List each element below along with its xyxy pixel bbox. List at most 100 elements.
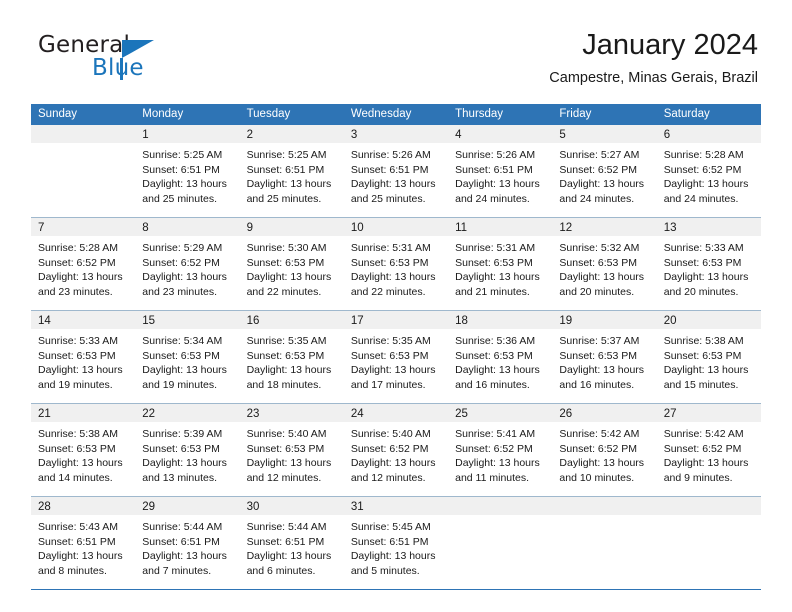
day-sun-info: Sunrise: 5:42 AM Sunset: 6:52 PM Daylight:… [657,422,761,485]
calendar-day-cell[interactable]: 7 Sunrise: 5:28 AM Sunset: 6:52 PM Daylight… [31,218,136,310]
calendar-day-cell[interactable]: 2 Sunrise: 5:25 AM Sunset: 6:51 PM Daylight… [239,125,344,217]
daylight-duration-line2: and 17 minutes. [350,378,426,391]
sunrise-time: Sunrise: 5:36 AM [455,335,536,347]
day-number-band: 26 [552,404,657,422]
calendar-day-cell[interactable]: 28 Sunrise: 5:43 AM Sunset: 6:51 PM Dayligh… [31,497,136,589]
daylight-duration-line1: Daylight: 13 hours [350,550,436,563]
daylight-duration-line2: and 16 minutes. [455,378,530,391]
calendar-day-cell[interactable]: 25 Sunrise: 5:41 AM Sunset: 6:52 PM Dayligh… [448,404,553,496]
calendar-week-row: 1 Sunrise: 5:25 AM Sunset: 6:51 PM Daylight… [31,125,761,218]
day-sun-info: Sunrise: 5:36 AM Sunset: 6:53 PM Daylight:… [448,329,552,392]
sunrise-time: Sunrise: 5:37 AM [559,335,640,347]
day-sun-info: Sunrise: 5:42 AM Sunset: 6:52 PM Daylight:… [552,422,656,485]
daylight-duration-line1: Daylight: 13 hours [142,364,227,377]
calendar-day-cell[interactable]: 20 Sunrise: 5:38 AM Sunset: 6:53 PM Dayligh… [656,311,761,403]
sunrise-time: Sunrise: 5:33 AM [663,242,744,254]
day-number-band: 28 [31,497,136,515]
weekday-header-sunday: Sunday [38,108,78,120]
calendar-day-cell[interactable]: 26 Sunrise: 5:42 AM Sunset: 6:52 PM Dayligh… [552,404,657,496]
day-number-band: 2 [239,125,344,143]
calendar-day-cell[interactable]: 24 Sunrise: 5:40 AM Sunset: 6:52 PM Dayligh… [343,404,449,496]
calendar-day-cell[interactable]: 29 Sunrise: 5:44 AM Sunset: 6:51 PM Dayligh… [135,497,240,589]
sunset-time: Sunset: 6:52 PM [663,163,742,176]
daylight-duration-line1: Daylight: 13 hours [455,364,540,377]
daylight-duration-line1: Daylight: 13 hours [142,457,227,470]
daylight-duration-line2: and 24 minutes. [559,192,635,205]
calendar-day-cell-empty [448,497,553,589]
sunset-time: Sunset: 6:52 PM [142,256,220,269]
daylight-duration-line2: and 25 minutes. [246,192,322,205]
calendar-day-cell[interactable]: 31 Sunrise: 5:45 AM Sunset: 6:51 PM Dayligh… [343,497,449,589]
daylight-duration-line2: and 22 minutes. [246,285,322,298]
calendar-day-cell[interactable]: 8 Sunrise: 5:29 AM Sunset: 6:52 PM Daylight… [135,218,240,310]
calendar-day-cell[interactable]: 6 Sunrise: 5:28 AM Sunset: 6:52 PM Daylight… [656,125,761,217]
day-number: 13 [663,222,677,234]
sunrise-time: Sunrise: 5:44 AM [142,521,223,533]
sunrise-time: Sunrise: 5:28 AM [38,242,118,254]
sunset-time: Sunset: 6:51 PM [142,163,220,176]
calendar-day-cell[interactable]: 18 Sunrise: 5:36 AM Sunset: 6:53 PM Dayligh… [448,311,553,403]
day-number-band: 30 [239,497,344,515]
sunset-time: Sunset: 6:51 PM [246,535,325,548]
daylight-duration-line1: Daylight: 13 hours [246,457,332,470]
day-number: 27 [663,408,677,420]
day-number: 16 [246,315,260,327]
calendar-day-cell[interactable]: 9 Sunrise: 5:30 AM Sunset: 6:53 PM Daylight… [239,218,344,310]
sunrise-time: Sunrise: 5:45 AM [350,521,431,533]
sunrise-time: Sunrise: 5:35 AM [246,335,327,347]
calendar-day-cell[interactable]: 3 Sunrise: 5:26 AM Sunset: 6:51 PM Daylight… [343,125,449,217]
day-number: 28 [38,501,51,513]
daylight-duration-line2: and 10 minutes. [559,471,635,484]
general-blue-logo[interactable]: General Blue [34,32,214,86]
day-sun-info: Sunrise: 5:33 AM Sunset: 6:53 PM Daylight:… [657,236,761,299]
daylight-duration-line2: and 23 minutes. [142,285,217,298]
daylight-duration-line1: Daylight: 13 hours [246,271,332,284]
sunset-time: Sunset: 6:51 PM [350,535,429,548]
calendar-day-cell[interactable]: 5 Sunrise: 5:27 AM Sunset: 6:52 PM Daylight… [552,125,657,217]
calendar-day-cell[interactable]: 22 Sunrise: 5:39 AM Sunset: 6:53 PM Dayligh… [135,404,240,496]
sunrise-time: Sunrise: 5:40 AM [350,428,431,440]
sunrise-time: Sunrise: 5:33 AM [38,335,118,347]
daylight-duration-line1: Daylight: 13 hours [38,457,123,470]
daylight-duration-line2: and 22 minutes. [350,285,426,298]
calendar-day-cell[interactable]: 23 Sunrise: 5:40 AM Sunset: 6:53 PM Dayligh… [239,404,344,496]
calendar-day-cell[interactable]: 30 Sunrise: 5:44 AM Sunset: 6:51 PM Dayligh… [239,497,344,589]
calendar-day-cell[interactable]: 4 Sunrise: 5:26 AM Sunset: 6:51 PM Daylight… [448,125,553,217]
daylight-duration-line1: Daylight: 13 hours [142,178,227,191]
calendar-day-cell[interactable]: 16 Sunrise: 5:35 AM Sunset: 6:53 PM Dayligh… [239,311,344,403]
sunrise-time: Sunrise: 5:25 AM [142,149,223,161]
calendar-day-cell[interactable]: 13 Sunrise: 5:33 AM Sunset: 6:53 PM Dayligh… [656,218,761,310]
day-sun-info: Sunrise: 5:40 AM Sunset: 6:53 PM Daylight:… [240,422,344,485]
calendar-day-cell[interactable]: 12 Sunrise: 5:32 AM Sunset: 6:53 PM Dayligh… [552,218,657,310]
weekday-header-saturday: Saturday [663,108,710,120]
daylight-duration-line1: Daylight: 13 hours [246,178,332,191]
sunrise-time: Sunrise: 5:32 AM [559,242,640,254]
sunrise-time: Sunrise: 5:25 AM [246,149,327,161]
daylight-duration-line2: and 25 minutes. [142,192,217,205]
daylight-duration-line2: and 11 minutes. [455,471,530,484]
calendar-day-cell[interactable]: 10 Sunrise: 5:31 AM Sunset: 6:53 PM Dayligh… [343,218,449,310]
calendar-day-cell[interactable]: 1 Sunrise: 5:25 AM Sunset: 6:51 PM Daylight… [135,125,240,217]
daylight-duration-line1: Daylight: 13 hours [455,271,540,284]
calendar-day-cell[interactable]: 11 Sunrise: 5:31 AM Sunset: 6:53 PM Dayligh… [448,218,553,310]
day-number-band: 24 [343,404,449,422]
day-number-band: 4 [448,125,553,143]
day-number-band: 20 [656,311,761,329]
calendar-day-cell[interactable]: 19 Sunrise: 5:37 AM Sunset: 6:53 PM Dayligh… [552,311,657,403]
day-number-band: 3 [343,125,449,143]
daylight-duration-line1: Daylight: 13 hours [559,364,645,377]
calendar-day-cell[interactable]: 17 Sunrise: 5:35 AM Sunset: 6:53 PM Dayligh… [343,311,449,403]
calendar-day-cell[interactable]: 21 Sunrise: 5:38 AM Sunset: 6:53 PM Dayligh… [31,404,136,496]
calendar-day-cell[interactable]: 15 Sunrise: 5:34 AM Sunset: 6:53 PM Dayligh… [135,311,240,403]
calendar-day-cell[interactable]: 14 Sunrise: 5:33 AM Sunset: 6:53 PM Dayligh… [31,311,136,403]
sunset-time: Sunset: 6:53 PM [38,349,116,362]
day-sun-info: Sunrise: 5:25 AM Sunset: 6:51 PM Daylight:… [135,143,239,206]
day-number-band: 22 [135,404,240,422]
daylight-duration-line2: and 19 minutes. [38,378,113,391]
calendar-day-cell[interactable]: 27 Sunrise: 5:42 AM Sunset: 6:52 PM Dayligh… [656,404,761,496]
day-number: 29 [142,501,156,513]
day-sun-info: Sunrise: 5:38 AM Sunset: 6:53 PM Daylight:… [31,422,135,485]
day-number-band: 11 [448,218,553,236]
day-sun-info: Sunrise: 5:32 AM Sunset: 6:53 PM Daylight:… [552,236,656,299]
day-number-band [552,497,657,515]
